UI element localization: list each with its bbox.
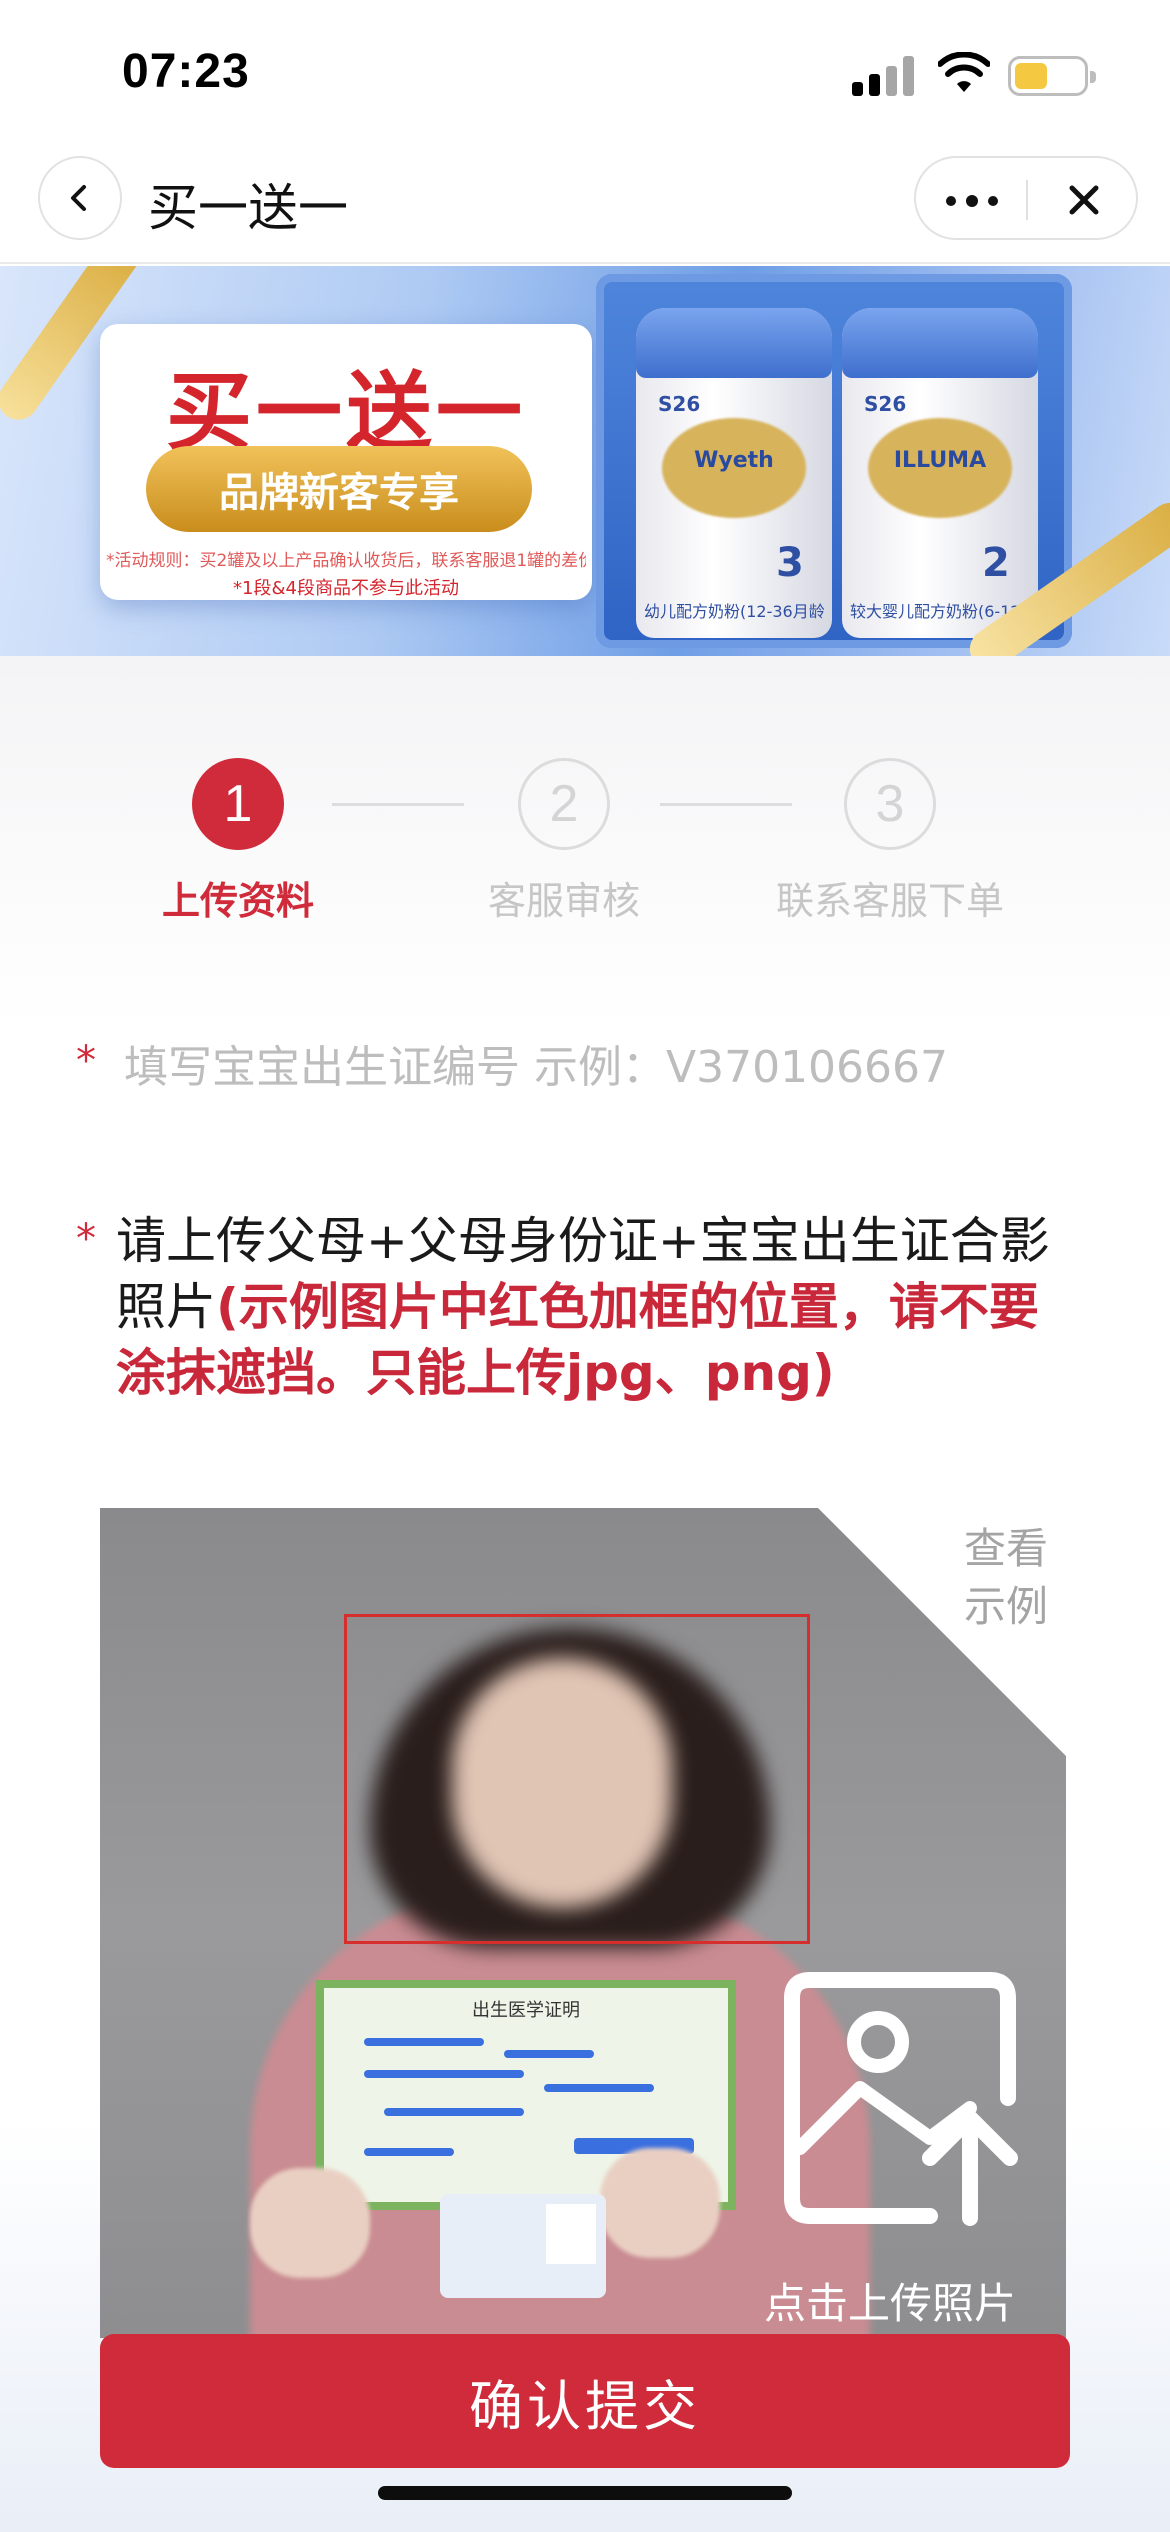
nav-bar: 买一送一 [0, 140, 1170, 264]
mini-program-capsule [914, 156, 1138, 240]
capsule-divider [1026, 180, 1028, 220]
product-stage: 2 [982, 540, 1010, 586]
step-2-indicator: 2 [518, 758, 610, 850]
product-can: S26 Wyeth 3 幼儿配方奶粉(12-36月龄,3段) [636, 308, 832, 638]
certificate-title: 出生医学证明 [472, 2000, 580, 2021]
close-button[interactable] [1060, 176, 1108, 224]
close-icon [1069, 185, 1099, 215]
product-display: S26 Wyeth 3 幼儿配方奶粉(12-36月龄,3段) S26 ILLUM… [596, 274, 1072, 648]
chevron-left-icon [71, 185, 86, 211]
sample-id-card [440, 2194, 606, 2298]
photo-upload-area[interactable]: 出生医学证明 查看示例 点击上传照片 [100, 1508, 1066, 2338]
product-brand: Wyeth [694, 448, 774, 473]
face-highlight-frame [344, 1614, 810, 1944]
birth-cert-number-input[interactable] [124, 1032, 1084, 1102]
product-stage: 3 [776, 540, 804, 586]
page-title: 买一送一 [148, 179, 348, 237]
step-connector [332, 803, 464, 806]
promo-card: 买一送一 品牌新客专享 *活动规则：买2罐及以上产品确认收货后，联系客服退1罐的… [100, 324, 592, 600]
product-can: S26 ILLUMA 2 较大婴儿配方奶粉(6-12月龄,2段) [842, 308, 1038, 638]
promo-note: *1段&4段商品不参与此活动 [233, 578, 459, 599]
cellular-signal-icon [852, 56, 914, 96]
upload-photo-label: 点击上传照片 [763, 2279, 1016, 2328]
upload-instructions-highlight: (示例图片中红色加框的位置，请不要涂抹遮挡。只能上传jpg、png) [116, 1278, 1039, 1402]
home-indicator [378, 2486, 792, 2500]
battery-icon [1008, 56, 1096, 96]
main-content: 1 2 3 上传资料 客服审核 联系客服下单 * * 请上传父母+父母身份证+宝… [0, 656, 1170, 2532]
sample-photo-hand [600, 2148, 720, 2258]
image-upload-icon [784, 1972, 1018, 2226]
promo-badge: 品牌新客专享 [146, 446, 532, 532]
required-mark: * [76, 1216, 96, 1262]
status-time: 07:23 [122, 45, 250, 98]
product-brand: ILLUMA [893, 448, 987, 473]
step-1-indicator: 1 [192, 758, 284, 850]
step-3-label: 联系客服下单 [775, 879, 1004, 923]
submit-button[interactable]: 确认提交 [100, 2334, 1070, 2468]
sample-photo-hand [250, 2168, 370, 2278]
more-options-button[interactable] [946, 195, 1002, 207]
wifi-icon [937, 51, 991, 96]
promo-rule: *活动规则：买2罐及以上产品确认收货后，联系客服退1罐的差价 [106, 551, 586, 571]
status-bar: 07:23 [0, 0, 1170, 140]
step-connector [660, 803, 792, 806]
product-series: S26 [864, 392, 907, 416]
back-button[interactable] [38, 156, 122, 240]
promo-banner[interactable]: 买一送一 品牌新客专享 *活动规则：买2罐及以上产品确认收货后，联系客服退1罐的… [0, 266, 1170, 656]
view-example-label[interactable]: 查看示例 [956, 1520, 1056, 1636]
upload-photo-button[interactable]: 点击上传照片 [740, 1968, 1040, 2338]
step-1-label: 上传资料 [161, 879, 314, 923]
step-2-label: 客服审核 [487, 879, 640, 923]
step-3-indicator: 3 [844, 758, 936, 850]
required-mark: * [76, 1038, 96, 1084]
product-label: 幼儿配方奶粉(12-36月龄,3段) [644, 602, 824, 621]
product-series: S26 [658, 392, 701, 416]
upload-instructions: 请上传父母+父母身份证+宝宝出生证合影照片(示例图片中红色加框的位置，请不要涂抹… [116, 1208, 1066, 1406]
